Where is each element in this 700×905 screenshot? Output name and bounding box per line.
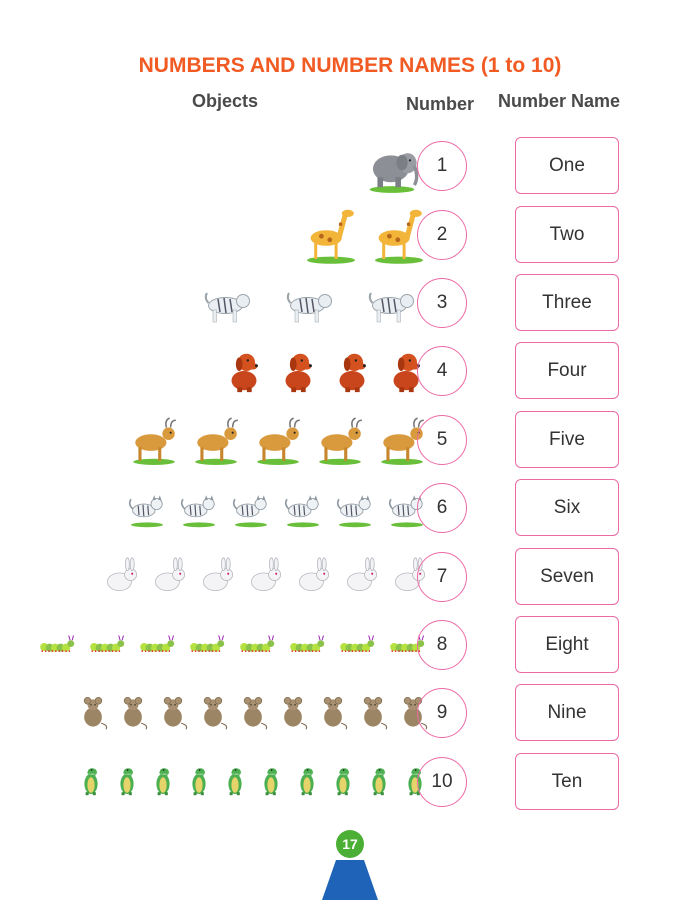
crocodile-icon: [156, 768, 170, 796]
number-column-header: Number: [406, 94, 475, 114]
counting-row: 4 Four: [0, 341, 700, 401]
number-name-box: Five: [515, 411, 619, 468]
dog-icon: [339, 353, 366, 393]
counting-row: 6 Six: [0, 478, 700, 538]
crocodile-icon: [300, 768, 314, 796]
number-name-box: One: [515, 137, 619, 194]
crocodile-icon: [336, 768, 350, 796]
object-group: [124, 478, 430, 538]
object-group: [33, 615, 430, 675]
rabbit-icon: [203, 557, 233, 591]
goat-icon: [133, 417, 176, 465]
goat-icon: [319, 417, 362, 465]
caterpillar-icon: [190, 635, 225, 652]
rabbit-icon: [155, 557, 185, 591]
dog-icon: [231, 353, 258, 393]
caterpillar-icon: [240, 635, 275, 652]
cat-icon: [128, 495, 163, 528]
number-circle: 10: [417, 757, 467, 807]
object-group: [300, 205, 430, 265]
number-circle: 6: [417, 483, 467, 533]
mouse-icon: [163, 697, 188, 730]
tiger-icon: [204, 292, 250, 323]
number-name-box: Six: [515, 479, 619, 536]
page-number-badge: 17: [322, 828, 378, 900]
mouse-icon: [283, 697, 308, 730]
caterpillar-icon: [140, 635, 175, 652]
number-name-box: Nine: [515, 684, 619, 741]
giraffe-icon: [307, 209, 355, 264]
number-name-box: Seven: [515, 548, 619, 605]
crocodile-icon: [120, 768, 134, 796]
number-circle: 1: [417, 141, 467, 191]
rabbit-icon: [250, 557, 281, 591]
counting-row: 3 Three: [0, 273, 700, 333]
number-name-box: Ten: [515, 753, 619, 810]
objects-column-header: Objects: [192, 91, 259, 111]
counting-row: 8 Eight: [0, 615, 700, 675]
number-circle: 7: [417, 552, 467, 602]
mouse-icon: [363, 697, 388, 730]
page-number: 17: [342, 836, 358, 852]
number-name-column-header: Number Name: [498, 91, 621, 111]
caterpillar-icon: [340, 635, 375, 652]
rabbit-icon: [299, 557, 329, 591]
object-group: [100, 547, 430, 607]
object-group: [190, 273, 430, 333]
object-group: [220, 341, 430, 401]
crocodile-icon: [372, 768, 386, 796]
counting-row: 10 Ten: [0, 752, 700, 812]
counting-row: 7 Seven: [0, 547, 700, 607]
number-name-box: Three: [515, 274, 619, 331]
crocodile-icon: [192, 768, 206, 796]
counting-row: 9 Nine: [0, 683, 700, 743]
number-circle: 8: [417, 620, 467, 670]
mouse-icon: [83, 697, 108, 730]
caterpillar-icon: [40, 635, 75, 652]
cat-icon: [180, 495, 215, 528]
number-name-box: Two: [515, 206, 619, 263]
mouse-icon: [123, 697, 148, 730]
number-name-box: Eight: [515, 616, 619, 673]
number-circle: 9: [417, 688, 467, 738]
number-circle: 5: [417, 415, 467, 465]
object-group: [76, 752, 430, 812]
number-circle: 3: [417, 278, 467, 328]
counting-row: 1 One: [0, 136, 700, 196]
mountain-icon: 17: [322, 830, 378, 900]
mouse-icon: [243, 697, 268, 730]
number-circle: 4: [417, 346, 467, 396]
caterpillar-icon: [290, 635, 325, 652]
caterpillar-icon: [90, 635, 125, 652]
cat-icon: [336, 495, 371, 528]
tiger-icon: [286, 292, 332, 323]
number-name-box: Four: [515, 342, 619, 399]
counting-row: 5 Five: [0, 410, 700, 470]
crocodile-icon: [84, 768, 98, 796]
goat-icon: [195, 417, 238, 465]
cat-icon: [284, 495, 319, 528]
object-group: [126, 410, 430, 470]
mouse-icon: [203, 697, 228, 730]
goat-icon: [257, 417, 300, 465]
crocodile-icon: [228, 768, 242, 796]
cat-icon: [232, 495, 267, 528]
rabbit-icon: [107, 557, 137, 591]
rabbit-icon: [347, 557, 377, 591]
crocodile-icon: [264, 768, 278, 796]
object-group: [76, 683, 430, 743]
counting-row: 2 Two: [0, 205, 700, 265]
page-title: NUMBERS AND NUMBER NAMES (1 to 10): [138, 54, 562, 77]
mouse-icon: [323, 697, 348, 730]
number-circle: 2: [417, 210, 467, 260]
dog-icon: [285, 353, 312, 393]
